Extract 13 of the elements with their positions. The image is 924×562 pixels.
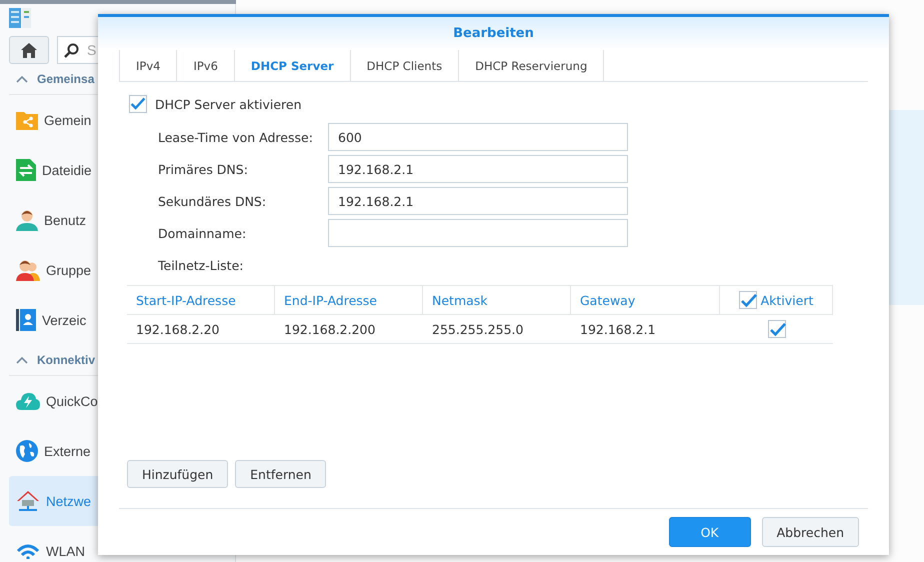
checkbox-label: DHCP Server aktivieren <box>155 96 302 112</box>
table-cell: 192.168.2.1 <box>580 322 656 336</box>
table-cell: 192.168.2.20 <box>136 322 220 336</box>
field-label: Domainname: <box>158 226 248 240</box>
table-cell: 192.168.2.200 <box>284 322 376 336</box>
section-title: Konnektiv <box>37 353 96 367</box>
field-label: Sekundäres DNS: <box>158 194 268 208</box>
field-label: Lease-Time von Adresse: <box>158 130 314 144</box>
table-cell: 255.255.255.0 <box>432 322 524 336</box>
dialog-title: Bearbeiten <box>453 26 534 41</box>
field-label: Teilnetz-Liste: <box>158 258 244 272</box>
field-label: Primäres DNS: <box>158 162 249 176</box>
section-title: Gemeinsa <box>37 72 94 86</box>
